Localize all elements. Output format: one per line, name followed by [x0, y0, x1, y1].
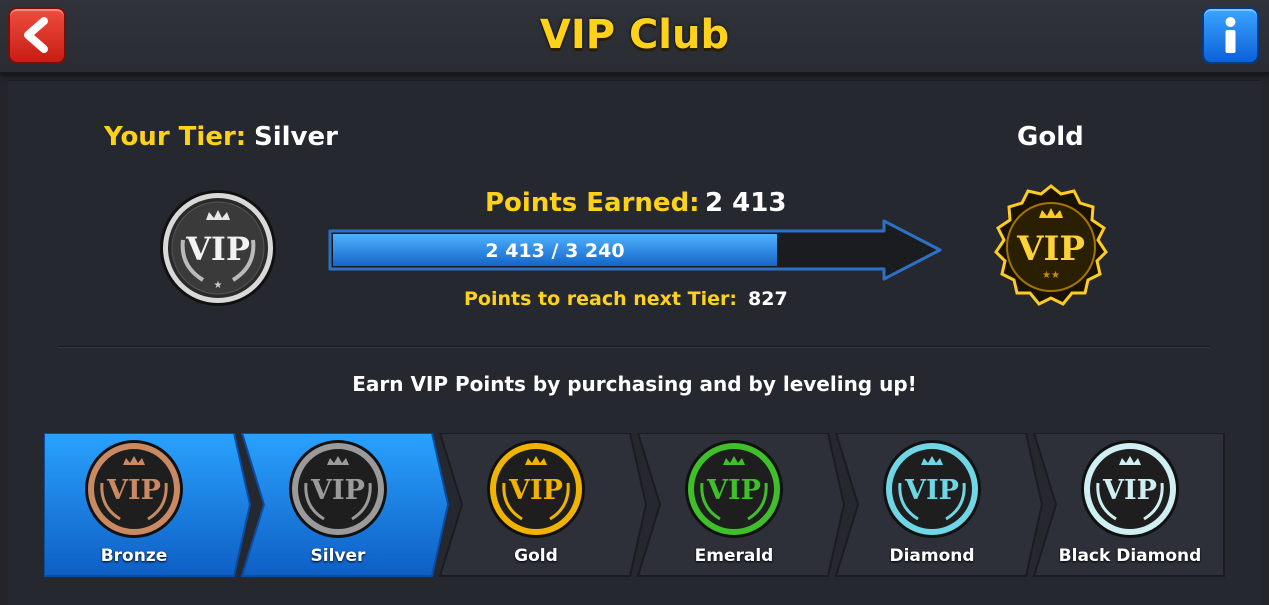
page-title: VIP Club: [539, 12, 730, 58]
badge-text: VIP: [508, 475, 563, 506]
points-to-next-tier-value: 827: [748, 288, 788, 310]
gold-vip-badge-icon: VIP ★★: [994, 184, 1108, 306]
svg-text:VIP: VIP: [185, 230, 250, 268]
svg-text:VIP: VIP: [1016, 229, 1085, 269]
black-diamond-badge-icon: VIP: [1081, 440, 1179, 538]
badge-text: VIP: [310, 475, 365, 506]
tier-label-diamond: Diamond: [889, 546, 975, 566]
badge-text: VIP: [1102, 475, 1157, 506]
next-tier-name: Gold: [1017, 122, 1084, 152]
progress-text: 2 413 / 3 240: [485, 240, 625, 262]
tier-label-gold: Gold: [514, 546, 558, 566]
info-button[interactable]: [1202, 7, 1259, 64]
tier-label-bronze: Bronze: [100, 546, 168, 566]
gold-badge-icon: VIP: [487, 440, 585, 538]
badge-text: VIP: [904, 475, 959, 506]
svg-text:★: ★: [214, 280, 223, 291]
points-to-next-tier-label: Points to reach next Tier:: [464, 288, 737, 310]
tier-label-silver: Silver: [310, 546, 366, 566]
section-divider: [58, 346, 1210, 348]
header-bar: VIP Club: [0, 0, 1269, 74]
tier-label-black-diamond: Black Diamond: [1058, 546, 1202, 566]
emerald-badge-icon: VIP: [685, 440, 783, 538]
badge-text: VIP: [706, 475, 761, 506]
badge-text: VIP: [106, 475, 161, 506]
silver-vip-badge-icon: VIP ★: [160, 190, 276, 306]
bronze-badge-icon: VIP: [85, 440, 183, 538]
points-earned-value: 2 413: [705, 188, 787, 218]
diamond-badge-icon: VIP: [883, 440, 981, 538]
your-tier-label: Your Tier:: [104, 122, 247, 152]
silver-badge-icon: VIP: [289, 440, 387, 538]
info-icon: [1225, 17, 1236, 53]
earn-points-hint: Earn VIP Points by purchasing and by lev…: [352, 372, 917, 396]
your-tier-value: Silver: [254, 122, 338, 152]
points-earned-label: Points Earned:: [485, 188, 700, 218]
svg-text:★★: ★★: [1042, 270, 1060, 281]
tier-label-emerald: Emerald: [694, 546, 774, 566]
